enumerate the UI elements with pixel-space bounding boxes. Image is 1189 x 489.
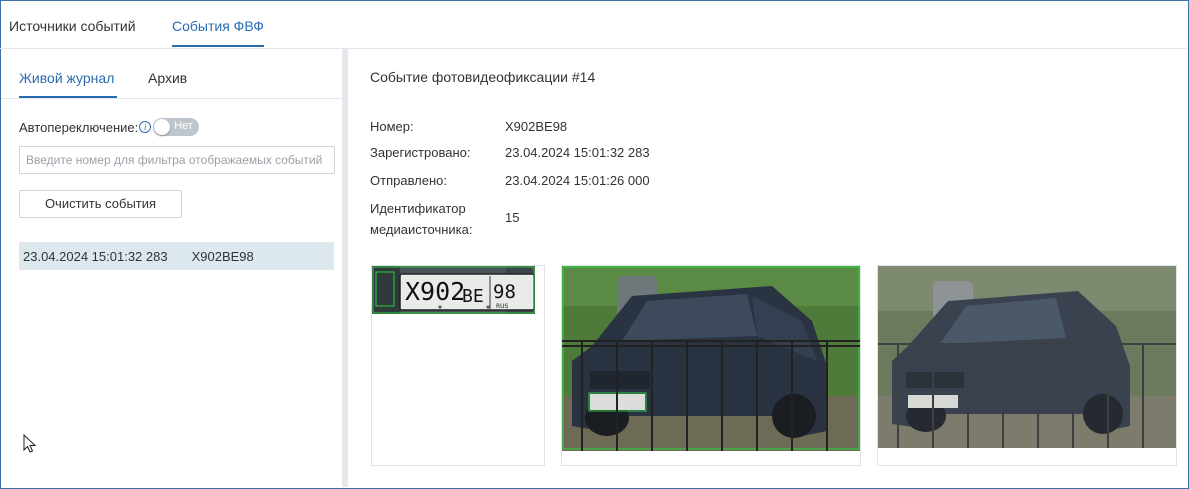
toggle-state-text: Нет [174, 120, 193, 132]
field-label-sent: Отправлено: [370, 173, 448, 188]
field-value-registered: 23.04.2024 15:01:32 283 [505, 145, 650, 160]
vehicle-detection-image [562, 266, 860, 451]
field-value-sent: 23.04.2024 15:01:26 000 [505, 173, 650, 188]
plate-text-main: X902 [405, 277, 465, 306]
vehicle-detection-card[interactable] [561, 265, 861, 466]
field-value-media-source: 15 [505, 210, 520, 225]
event-details-panel: Событие фотовидеофиксации #14 Номер: X90… [348, 49, 1187, 487]
field-value-number: X902BE98 [505, 119, 568, 134]
field-label-number: Номер: [370, 119, 414, 134]
plate-text-region: 98 [493, 281, 516, 303]
active-subtab-indicator [19, 96, 117, 98]
event-title: Событие фотовидеофиксации #14 [370, 69, 596, 85]
plate-crop-card[interactable]: X902 BE 98 RUS [371, 265, 545, 466]
top-tabs: Источники событий События ФВФ [0, 0, 1187, 49]
plate-text-country: RUS [496, 303, 509, 310]
field-label-registered: Зарегистровано: [370, 145, 471, 160]
info-icon[interactable]: i [139, 121, 152, 133]
toggle-knob [154, 119, 171, 135]
tab-live-journal[interactable]: Живой журнал [19, 70, 114, 86]
active-tab-indicator [172, 45, 264, 47]
auto-switch-row: Автопереключение: i Нет [19, 118, 200, 136]
event-plate: X902BE98 [191, 248, 254, 264]
sub-tabs: Живой журнал Архив [1, 49, 342, 99]
scene-overview-image [878, 266, 1176, 448]
mouse-pointer-icon [23, 434, 37, 453]
left-panel: Живой журнал Архив Автопереключение: i Н… [1, 49, 342, 487]
clear-events-button[interactable]: Очистить события [19, 190, 182, 218]
auto-switch-label: Автопереключение: [19, 119, 139, 135]
field-label-media-source: Идентификатор медиаисточника: [370, 201, 473, 237]
tab-event-sources[interactable]: Источники событий [9, 18, 136, 34]
plate-crop-image: X902 BE 98 RUS [372, 266, 535, 314]
tab-fvf-events[interactable]: События ФВФ [172, 18, 264, 34]
tab-archive[interactable]: Архив [148, 70, 187, 86]
event-list-item[interactable]: 23.04.2024 15:01:32 283 X902BE98 [19, 242, 334, 270]
scene-overview-card[interactable] [877, 265, 1177, 466]
auto-switch-toggle[interactable]: Нет [153, 118, 200, 136]
plate-text-series: BE [462, 286, 484, 307]
event-datetime: 23.04.2024 15:01:32 283 [23, 248, 168, 264]
plate-filter-input[interactable] [19, 146, 335, 174]
